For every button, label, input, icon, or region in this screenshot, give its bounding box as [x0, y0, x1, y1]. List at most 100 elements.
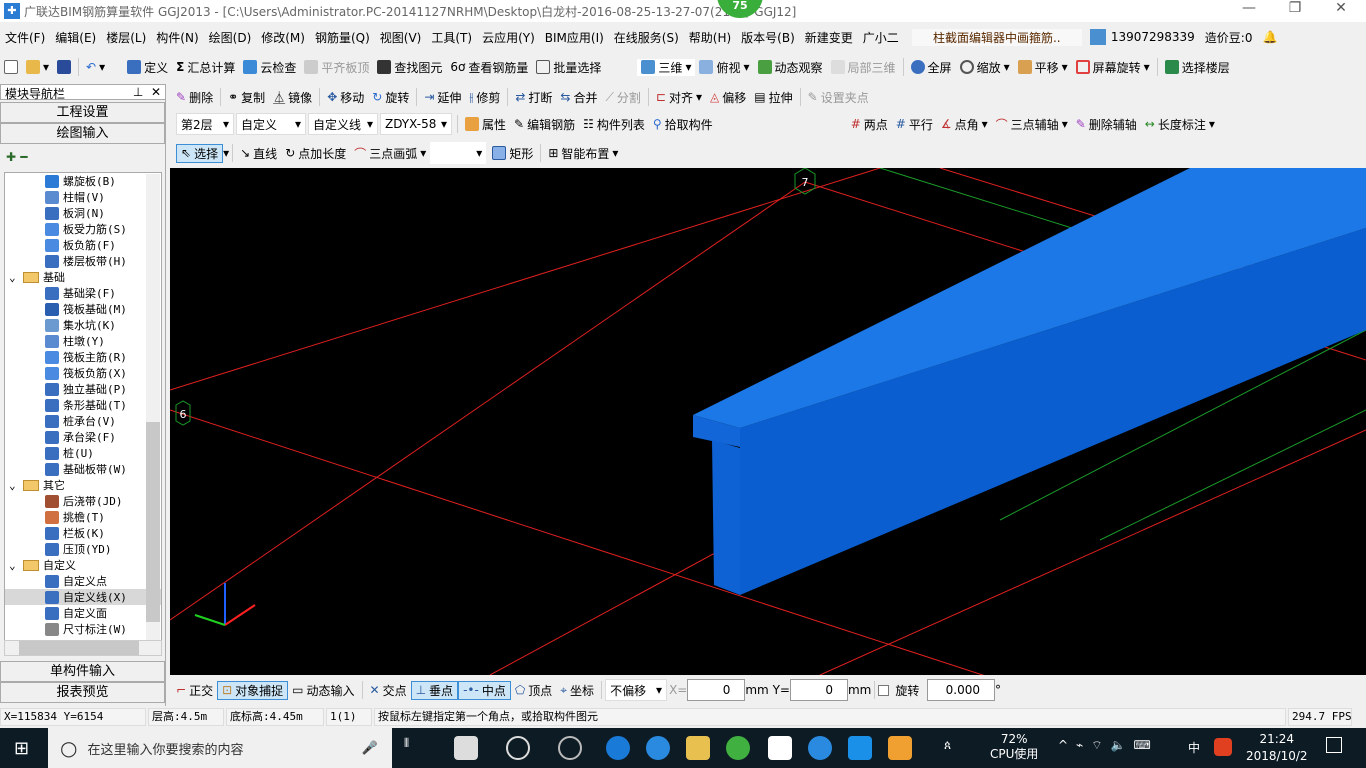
- tree-item[interactable]: 栏板(K): [5, 525, 161, 541]
- tree-item[interactable]: 筏板主筋(R): [5, 349, 161, 365]
- menu-version[interactable]: 版本号(B): [736, 29, 800, 46]
- zoom-button[interactable]: 缩放 ▾: [956, 59, 1014, 76]
- expand-collapse-icons[interactable]: ✚ ━: [6, 150, 27, 164]
- object-snap-toggle[interactable]: ⊡ 对象捕捉: [217, 680, 289, 700]
- close-panel-icon[interactable]: ✕: [151, 85, 161, 99]
- pick-component-button[interactable]: ⚲ 拾取构件: [649, 116, 717, 133]
- midpoint-snap[interactable]: -•- 中点: [458, 680, 511, 700]
- perpendicular-snap[interactable]: ⊥ 垂点: [410, 680, 459, 700]
- define-button[interactable]: 定义: [123, 59, 172, 76]
- tree-item[interactable]: 集水坑(K): [5, 317, 161, 333]
- notes-icon[interactable]: [888, 736, 912, 760]
- component-list-button[interactable]: ☷ 构件列表: [579, 116, 649, 133]
- menu-new-change[interactable]: 新建变更: [800, 29, 858, 46]
- nav-single-component[interactable]: 单构件输入: [0, 661, 165, 682]
- bell-icon[interactable]: 🔔: [1257, 30, 1282, 44]
- tree-item[interactable]: 板洞(N): [5, 205, 161, 221]
- screen-rotate-button[interactable]: 屏幕旋转 ▾: [1072, 59, 1154, 76]
- tree-item[interactable]: 筏板负筋(X): [5, 365, 161, 381]
- local-3d-button[interactable]: 局部三维: [827, 59, 900, 76]
- restore-button[interactable]: ❐: [1272, 0, 1318, 22]
- rotate-angle-input[interactable]: 0.000: [927, 679, 995, 701]
- tree-item[interactable]: 桩(U): [5, 445, 161, 461]
- trim-button[interactable]: ⫲ 修剪: [465, 89, 504, 106]
- menu-floor[interactable]: 楼层(L): [101, 29, 151, 46]
- tree-item[interactable]: 挑檐(T): [5, 509, 161, 525]
- notice-link[interactable]: 柱截面编辑器中画箍筋..: [911, 28, 1082, 46]
- tree-item[interactable]: 承台梁(F): [5, 429, 161, 445]
- menu-component[interactable]: 构件(N): [151, 29, 203, 46]
- rotate-checkbox[interactable]: [878, 684, 890, 696]
- pin-icon[interactable]: ⊥: [133, 85, 143, 99]
- nav-drawing-input[interactable]: 绘图输入: [0, 123, 165, 144]
- new-file-icon[interactable]: [0, 60, 22, 74]
- arc-option-select[interactable]: ▾: [430, 142, 487, 164]
- stretch-button[interactable]: ▤ 拉伸: [750, 89, 796, 106]
- windows-start-icon[interactable]: ⊞: [14, 738, 29, 759]
- coordinate-snap[interactable]: ⌖ 坐标: [556, 682, 598, 699]
- select-tool-button[interactable]: ⇖ 选择: [176, 143, 224, 163]
- close-button[interactable]: ✕: [1318, 0, 1364, 22]
- break-button[interactable]: ⇄ 打断: [511, 89, 556, 106]
- menu-file[interactable]: 文件(F): [0, 29, 50, 46]
- tree-item[interactable]: 自定义线(X): [5, 589, 161, 605]
- vertex-snap[interactable]: ⬠ 顶点: [511, 682, 556, 699]
- cloud-check-button[interactable]: 云检查: [239, 59, 300, 76]
- chevron-down-icon[interactable]: ⌄: [9, 559, 23, 572]
- tree-item[interactable]: 桩承台(V): [5, 413, 161, 429]
- taskbar-search[interactable]: ○ 在这里输入你要搜索的内容 🎤: [48, 728, 392, 768]
- properties-button[interactable]: 属性: [461, 116, 510, 133]
- menu-rebar[interactable]: 钢筋量(Q): [310, 29, 375, 46]
- glodon-icon[interactable]: [808, 736, 832, 760]
- rotate-button[interactable]: ↻ 旋转: [368, 89, 413, 106]
- find-element-button[interactable]: 查找图元: [373, 59, 446, 76]
- tree-item[interactable]: 筏板基础(M): [5, 301, 161, 317]
- action-center-icon[interactable]: [1326, 737, 1342, 753]
- user-phone[interactable]: 13907298339: [1106, 30, 1200, 44]
- copy-button[interactable]: ⚭ 复制: [224, 89, 269, 106]
- rectangle-tool-button[interactable]: 矩形: [488, 145, 537, 162]
- app-blue-icon[interactable]: [848, 736, 872, 760]
- ie-gray-icon[interactable]: [506, 736, 530, 760]
- menu-bim[interactable]: BIM应用(I): [540, 29, 609, 46]
- move-button[interactable]: ✥ 移动: [323, 89, 368, 106]
- batch-select-button[interactable]: 批量选择: [532, 59, 605, 76]
- fan-app-icon[interactable]: [454, 736, 478, 760]
- type-select[interactable]: 自定义线 ▾: [308, 113, 378, 135]
- tray-icons[interactable]: ^⌁⌔🔈⌨: [1058, 738, 1159, 753]
- menu-draw[interactable]: 绘图(D): [204, 29, 257, 46]
- menu-help[interactable]: 帮助(H): [684, 29, 736, 46]
- ie-icon[interactable]: [646, 736, 670, 760]
- tree-item[interactable]: 柱墩(Y): [5, 333, 161, 349]
- nav-report-preview[interactable]: 报表预览: [0, 682, 165, 703]
- chevron-down-icon[interactable]: ⌄: [9, 271, 23, 284]
- offset-mode-select[interactable]: 不偏移 ▾: [605, 679, 668, 701]
- tree-group[interactable]: ⌄ 其它: [5, 477, 161, 493]
- chevron-down-icon[interactable]: ⌄: [9, 479, 23, 492]
- menu-assistant[interactable]: 广小二: [858, 29, 904, 46]
- two-point-axis-button[interactable]: # 两点: [847, 116, 892, 133]
- flush-slab-top-button[interactable]: 平齐板顶: [300, 59, 373, 76]
- task-view-icon[interactable]: ⫴: [404, 736, 428, 760]
- tree-item[interactable]: 自定义点: [5, 573, 161, 589]
- tree-item[interactable]: 独立基础(P): [5, 381, 161, 397]
- delete-axis-button[interactable]: ✎ 删除辅轴: [1072, 116, 1141, 133]
- intersection-snap[interactable]: ✕ 交点: [366, 682, 411, 699]
- merge-button[interactable]: ⇆ 合并: [556, 89, 601, 106]
- floor-select[interactable]: 第2层 ▾: [176, 113, 234, 135]
- menu-cloud[interactable]: 云应用(Y): [477, 29, 540, 46]
- align-button[interactable]: ⊏ 对齐 ▾: [652, 89, 706, 106]
- tree-item[interactable]: 条形基础(T): [5, 397, 161, 413]
- offset-button[interactable]: ◬ 偏移: [706, 89, 750, 106]
- open-file-icon[interactable]: ▾: [22, 60, 53, 74]
- clock[interactable]: 21:24 2018/10/2: [1246, 731, 1308, 765]
- nav-project-settings[interactable]: 工程设置: [0, 102, 165, 123]
- tree-vscrollbar[interactable]: [146, 174, 160, 640]
- menu-online[interactable]: 在线服务(S): [609, 29, 684, 46]
- save-icon[interactable]: [53, 60, 75, 74]
- t-beam-3d[interactable]: [693, 168, 1366, 595]
- tree-group[interactable]: ⌄ 自定义: [5, 557, 161, 573]
- extend-button[interactable]: ⇥ 延伸: [420, 89, 465, 106]
- orbit-button[interactable]: 动态观察: [754, 59, 827, 76]
- y-offset-input[interactable]: 0: [789, 679, 848, 701]
